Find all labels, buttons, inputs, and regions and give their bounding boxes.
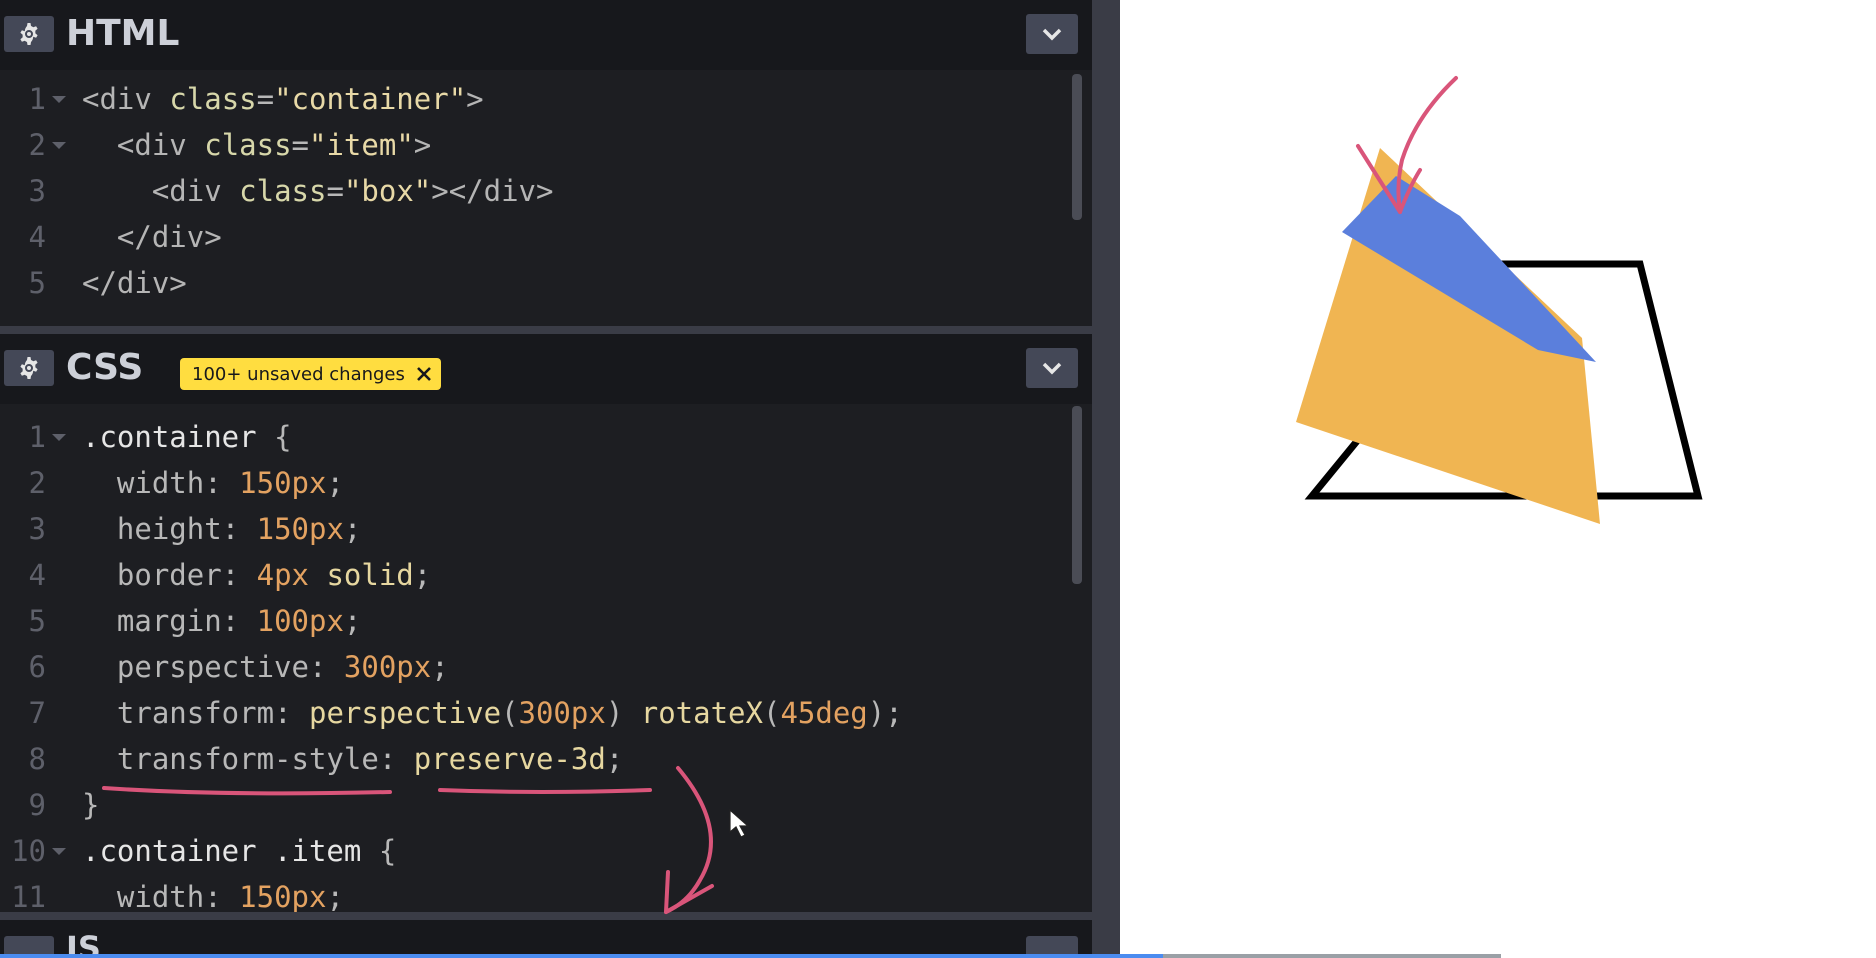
code-editor: HTML 1 <div class="container"> 2 <div clas… — [0, 0, 1092, 958]
video-progress-remaining[interactable] — [1163, 954, 1501, 958]
code-annotations — [102, 766, 750, 914]
preview-pane — [1120, 0, 1876, 958]
underline-annotation — [102, 786, 392, 796]
underline-annotation — [438, 788, 652, 794]
preview-render — [1296, 76, 1703, 524]
editor-preview-resizer[interactable] — [1092, 0, 1120, 958]
arrow-head-annotation — [664, 870, 714, 914]
video-progress-bar[interactable] — [0, 954, 1163, 958]
mouse-cursor-icon — [729, 808, 750, 838]
